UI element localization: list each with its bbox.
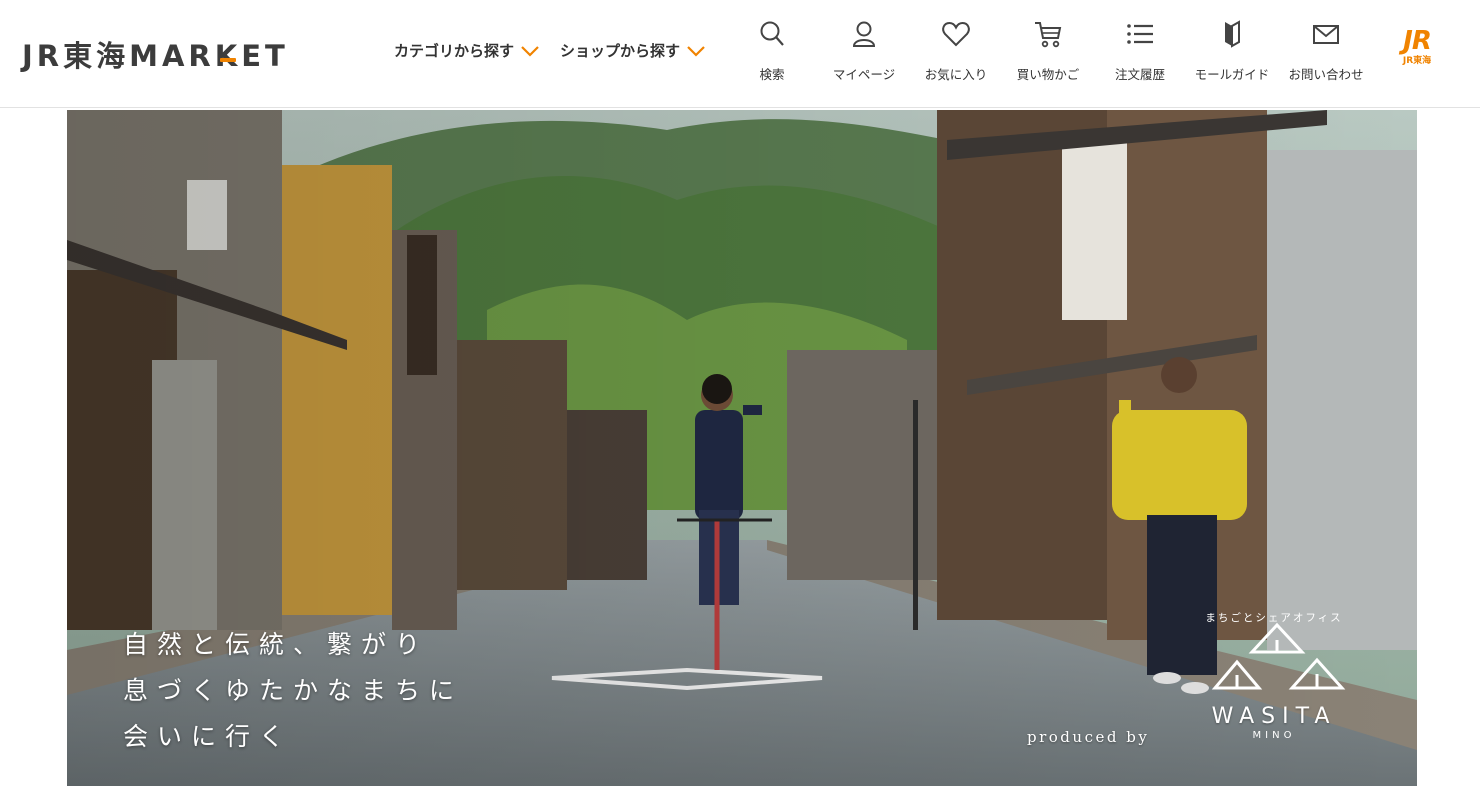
order-history-button[interactable]: 注文履歴 — [1095, 18, 1185, 88]
user-icon — [852, 21, 876, 47]
category-dropdown-label: カテゴリから探す — [394, 42, 515, 60]
category-dropdown[interactable]: カテゴリから探す — [394, 40, 540, 61]
mypage-button[interactable]: マイページ — [819, 18, 909, 88]
contact-button[interactable]: お問い合わせ — [1281, 18, 1371, 88]
jr-mark: JR — [1403, 26, 1432, 56]
catchcopy-line-2: 息づくゆたかなまちに — [123, 676, 464, 705]
search-label: 検索 — [759, 67, 785, 82]
guide-icon — [1225, 20, 1240, 48]
site-logo[interactable]: JR東海MARKET — [22, 34, 289, 74]
logo-accent-mark — [220, 58, 236, 62]
mypage-label: マイページ — [832, 67, 896, 82]
catchcopy-line-1: 自然と伝統、繋がり — [123, 630, 430, 659]
search-icon — [760, 21, 784, 46]
mail-icon — [1313, 25, 1339, 44]
cart-label: 買い物かご — [1016, 67, 1080, 82]
produced-by-text: produced by — [1027, 728, 1150, 746]
shop-dropdown[interactable]: ショップから探す — [560, 40, 706, 61]
search-button[interactable]: 検索 — [727, 18, 817, 88]
contact-label: お問い合わせ — [1288, 67, 1364, 82]
cart-button[interactable]: 買い物かご — [1003, 18, 1093, 88]
mall-guide-button[interactable]: モールガイド — [1187, 18, 1277, 88]
wasita-tagline: まちごとシェアオフィス — [1205, 612, 1343, 624]
site-header: JR東海MARKET カテゴリから探す ショップから探す 検索 マイページ お気… — [0, 0, 1480, 108]
hero-catchcopy: 自然と伝統、繋がり 息づくゆたかなまちに 会いに行く — [123, 622, 463, 760]
jr-sub: JR東海 — [1402, 56, 1432, 66]
list-icon — [1127, 24, 1153, 44]
cart-icon — [1035, 22, 1062, 48]
wasita-logo: まちごとシェアオフィス WASITA MINO — [1179, 610, 1369, 750]
wasita-sub: MINO — [1252, 730, 1296, 741]
favorites-label: お気に入り — [924, 67, 988, 82]
chevron-down-icon — [687, 45, 705, 57]
logo-text: JR東海MARKET — [22, 39, 289, 73]
catchcopy-line-3: 会いに行く — [123, 722, 294, 751]
mall-guide-label: モールガイド — [1194, 67, 1270, 82]
hero-banner[interactable]: 自然と伝統、繋がり 息づくゆたかなまちに 会いに行く produced by ま… — [67, 110, 1417, 786]
shop-dropdown-label: ショップから探す — [560, 42, 681, 60]
jr-central-logo[interactable]: JR JR東海 — [1384, 26, 1450, 74]
order-history-label: 注文履歴 — [1114, 67, 1165, 82]
chevron-down-icon — [521, 45, 539, 57]
favorites-button[interactable]: お気に入り — [911, 18, 1001, 88]
heart-icon — [942, 21, 970, 47]
wasita-name: WASITA — [1211, 704, 1337, 729]
